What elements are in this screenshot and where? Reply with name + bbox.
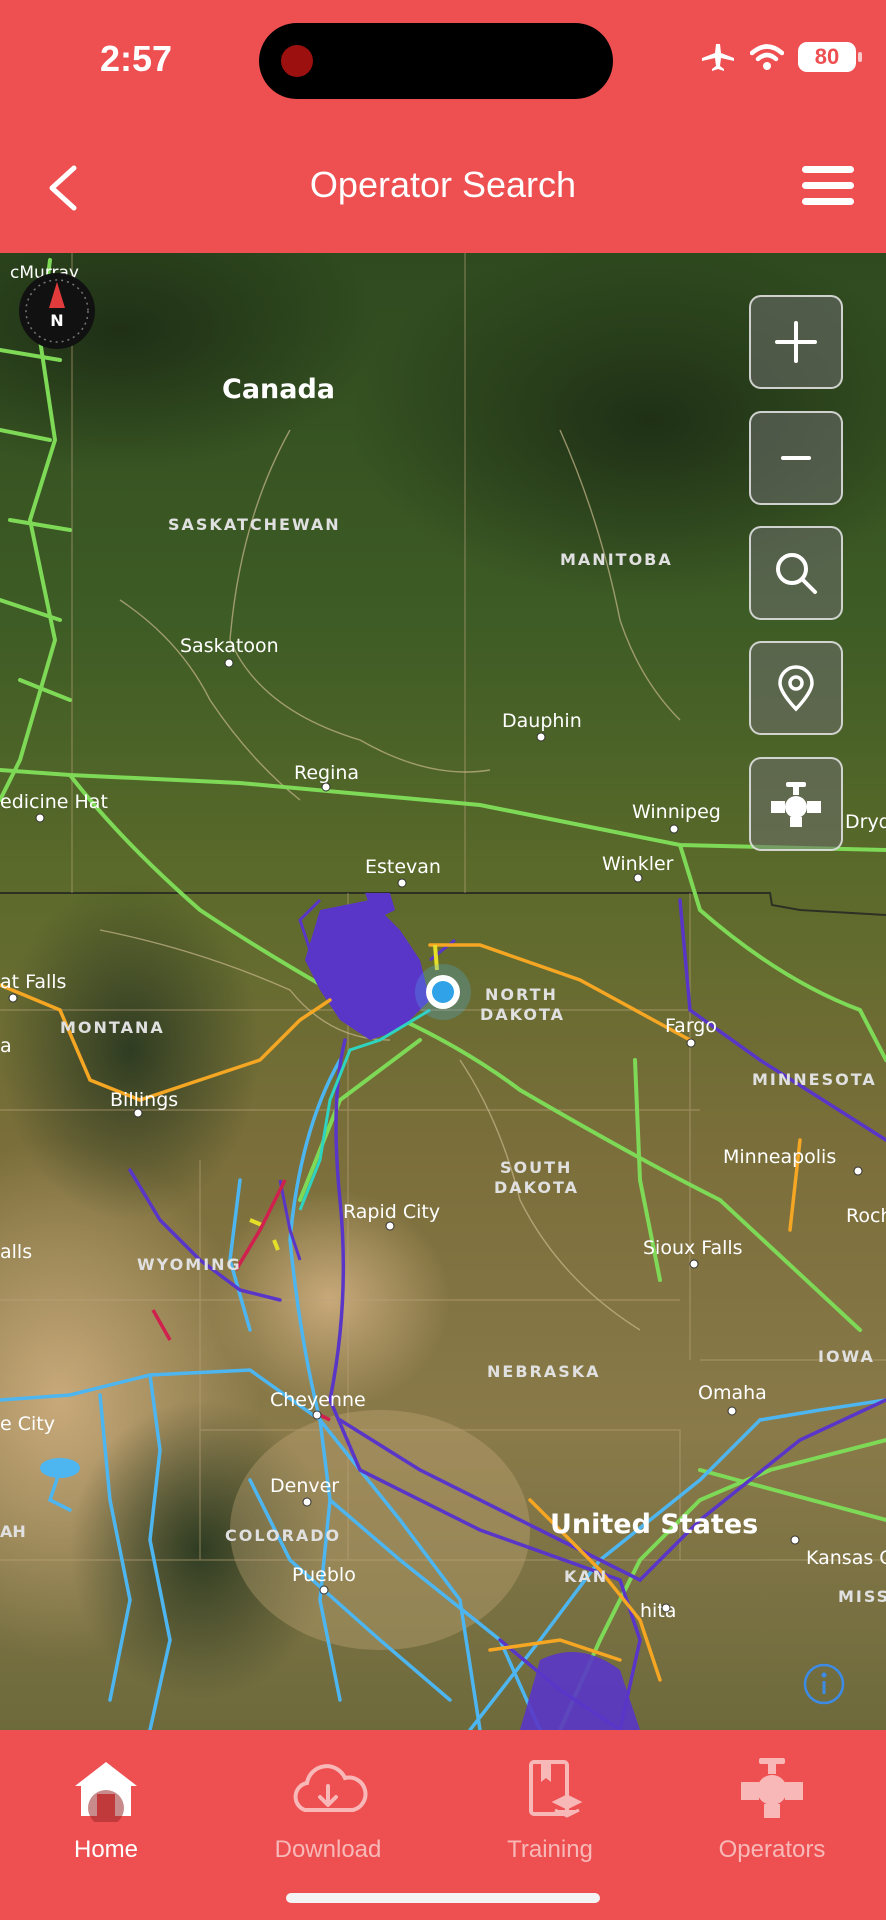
locate-me-button[interactable] bbox=[749, 641, 843, 735]
airplane-icon bbox=[702, 44, 734, 71]
label-canada: Canada bbox=[222, 374, 335, 405]
label-united-states: United States bbox=[550, 1509, 758, 1540]
label-dauphin: Dauphin bbox=[502, 710, 582, 732]
home-icon bbox=[75, 1762, 137, 1822]
valve-icon bbox=[771, 782, 821, 827]
minus-icon bbox=[781, 456, 811, 460]
label-north-dakota-1: NORTH bbox=[485, 985, 558, 1004]
wifi-icon bbox=[750, 44, 784, 70]
label-salt-lake: e City bbox=[0, 1413, 55, 1435]
tab-training[interactable]: Training bbox=[450, 1730, 650, 1863]
label-fargo: Fargo bbox=[665, 1015, 717, 1037]
tab-home[interactable]: Home bbox=[6, 1730, 206, 1863]
tab-home-label: Home bbox=[73, 1836, 139, 1863]
label-winnipeg: Winnipeg bbox=[632, 801, 721, 823]
info-icon[interactable] bbox=[802, 1662, 846, 1706]
label-saskatchewan: SASKATCHEWAN bbox=[168, 515, 341, 534]
page-title: Operator Search bbox=[309, 164, 577, 205]
zoom-in-button[interactable] bbox=[749, 295, 843, 389]
zoom-out-button[interactable] bbox=[749, 411, 843, 505]
label-pueblo: Pueblo bbox=[292, 1564, 356, 1586]
label-cheyenne: Cheyenne bbox=[270, 1389, 366, 1411]
navigation-bar: Operator Search bbox=[0, 120, 886, 253]
label-utah: AH bbox=[0, 1522, 26, 1541]
label-north-dakota-2: DAKOTA bbox=[480, 1005, 565, 1024]
tab-download-label: Download bbox=[274, 1836, 382, 1863]
status-time: 2:57 bbox=[100, 38, 173, 79]
pipeline-layer-button[interactable] bbox=[749, 757, 843, 851]
label-rochester: Roch bbox=[846, 1205, 886, 1227]
label-minnesota: MINNESOTA bbox=[752, 1070, 877, 1089]
label-colorado: COLORADO bbox=[225, 1526, 341, 1545]
tab-operators[interactable]: Operators bbox=[672, 1730, 872, 1863]
plus-icon bbox=[775, 321, 817, 363]
label-omaha: Omaha bbox=[698, 1382, 767, 1404]
compass-letter: N bbox=[50, 311, 63, 330]
map-search-button[interactable] bbox=[749, 526, 843, 620]
label-medicine-hat: edicine Hat bbox=[0, 791, 108, 813]
label-helena: a bbox=[0, 1035, 12, 1057]
label-rapid-city: Rapid City bbox=[343, 1201, 440, 1223]
dynamic-island bbox=[259, 23, 613, 99]
label-iowa: IOWA bbox=[818, 1347, 875, 1366]
compass-icon[interactable]: N bbox=[18, 272, 96, 350]
tab-bar: Home Download Training Operators bbox=[0, 1730, 886, 1920]
label-manitoba: MANITOBA bbox=[560, 550, 673, 569]
label-dryden: Dryd bbox=[845, 811, 886, 833]
tab-operators-label: Operators bbox=[718, 1836, 826, 1863]
label-nebraska: NEBRASKA bbox=[487, 1362, 601, 1381]
tab-download[interactable]: Download bbox=[228, 1730, 428, 1863]
hamburger-menu-icon[interactable] bbox=[800, 160, 856, 210]
status-bar: 2:57 80 bbox=[0, 0, 886, 120]
label-missouri: MISS bbox=[838, 1587, 886, 1606]
label-saskatoon: Saskatoon bbox=[180, 635, 279, 657]
label-billings: Billings bbox=[110, 1089, 178, 1111]
label-denver: Denver bbox=[270, 1475, 339, 1497]
label-idaho-falls: alls bbox=[0, 1241, 32, 1263]
label-estevan: Estevan bbox=[365, 856, 441, 878]
recording-indicator bbox=[281, 45, 313, 77]
label-regina: Regina bbox=[294, 762, 359, 784]
label-minneapolis: Minneapolis bbox=[723, 1146, 836, 1168]
label-great-falls: at Falls bbox=[0, 971, 66, 993]
label-montana: MONTANA bbox=[60, 1018, 165, 1037]
label-south-dakota-2: DAKOTA bbox=[494, 1178, 579, 1197]
battery-indicator: 80 bbox=[798, 42, 862, 72]
status-icons: 80 bbox=[700, 42, 862, 72]
valve-icon bbox=[741, 1758, 803, 1818]
label-wichita: hita bbox=[640, 1600, 676, 1622]
label-kansas: KAN bbox=[564, 1567, 608, 1586]
tab-training-label: Training bbox=[507, 1836, 593, 1863]
training-book-icon bbox=[529, 1760, 583, 1818]
cloud-download-icon bbox=[293, 1764, 368, 1812]
label-kansas-city: Kansas C bbox=[806, 1547, 886, 1569]
home-indicator[interactable] bbox=[286, 1893, 600, 1903]
label-wyoming: WYOMING bbox=[137, 1255, 242, 1274]
search-icon bbox=[776, 553, 817, 594]
label-sioux-falls: Sioux Falls bbox=[643, 1237, 743, 1259]
location-pin-icon bbox=[778, 665, 814, 712]
label-winkler: Winkler bbox=[602, 853, 674, 875]
label-south-dakota-1: SOUTH bbox=[500, 1158, 572, 1177]
